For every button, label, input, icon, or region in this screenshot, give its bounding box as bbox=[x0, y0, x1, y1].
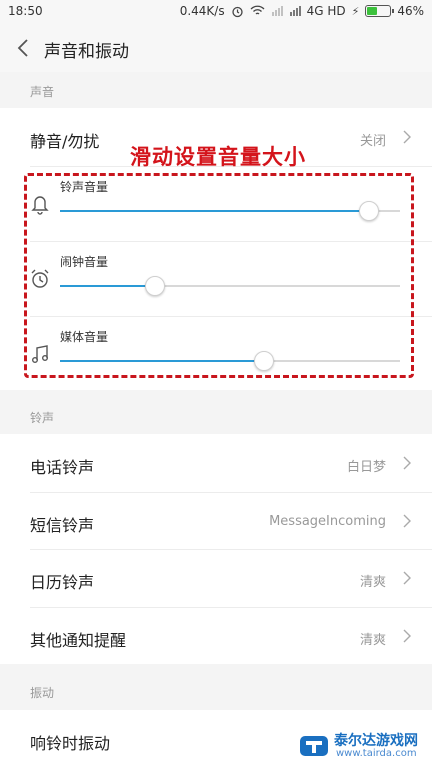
vibrate-label: 响铃时振动 bbox=[30, 734, 111, 753]
ringtone-value: 清爽 bbox=[359, 575, 386, 590]
section-header-vibration: 振动 bbox=[0, 672, 432, 710]
page-title: 声音和振动 bbox=[44, 42, 129, 62]
ringtone-value: 清爽 bbox=[359, 633, 386, 648]
ringtone-value: MessageIncoming bbox=[269, 514, 386, 529]
chevron-right-icon bbox=[403, 629, 411, 643]
section-header-sound: 声音 bbox=[0, 72, 432, 108]
section-label: 声音 bbox=[30, 85, 55, 99]
no-signal-icon bbox=[271, 6, 283, 16]
tairda-logo-icon bbox=[300, 736, 328, 756]
charging-icon: ⚡ bbox=[351, 4, 360, 18]
network-type: 4G HD bbox=[306, 4, 346, 18]
annotation-text: 滑动设置音量大小 bbox=[130, 144, 306, 169]
ringtone-label: 短信铃声 bbox=[30, 516, 95, 535]
wifi-icon bbox=[250, 5, 265, 15]
ringtone-card: 电话铃声 白日梦 短信铃声 MessageIncoming 日历铃声 清爽 其他… bbox=[0, 434, 432, 664]
chevron-right-icon bbox=[403, 130, 411, 144]
ringtone-label: 日历铃声 bbox=[30, 573, 95, 592]
ringtone-value: 白日梦 bbox=[346, 460, 386, 475]
watermark-title: 泰尔达游戏网 bbox=[334, 733, 418, 749]
ringtone-row-sms[interactable]: 短信铃声 MessageIncoming bbox=[0, 492, 432, 549]
status-bar: 18:50 0.44K/s 4G HD ⚡ 46% bbox=[0, 0, 432, 24]
chevron-right-icon bbox=[403, 571, 411, 585]
back-arrow-icon[interactable] bbox=[12, 34, 36, 62]
ringtone-row-other[interactable]: 其他通知提醒 清爽 bbox=[0, 607, 432, 664]
network-speed: 0.44K/s bbox=[179, 4, 225, 18]
status-time: 18:50 bbox=[8, 4, 43, 18]
ringtone-row-phone[interactable]: 电话铃声 白日梦 bbox=[0, 434, 432, 492]
title-bar: 声音和振动 bbox=[0, 24, 432, 72]
section-label: 振动 bbox=[30, 686, 55, 700]
status-indicators: 0.44K/s 4G HD ⚡ 46% bbox=[180, 4, 424, 18]
ringtone-label: 电话铃声 bbox=[30, 458, 95, 477]
watermark: 泰尔达游戏网 www.tairda.com bbox=[298, 728, 426, 764]
section-header-ringtone: 铃声 bbox=[0, 398, 432, 434]
mute-label: 静音/勿扰 bbox=[30, 132, 100, 151]
ringtone-label: 其他通知提醒 bbox=[30, 631, 127, 650]
chevron-right-icon bbox=[403, 514, 411, 528]
watermark-url: www.tairda.com bbox=[336, 748, 417, 759]
mute-value: 关闭 bbox=[359, 134, 386, 149]
ringtone-row-calendar[interactable]: 日历铃声 清爽 bbox=[0, 549, 432, 607]
annotation-box bbox=[24, 173, 414, 378]
battery-icon bbox=[365, 5, 395, 17]
alarm-status-icon bbox=[231, 6, 243, 17]
chevron-right-icon bbox=[403, 456, 411, 470]
battery-percent: 46% bbox=[397, 4, 424, 18]
section-label: 铃声 bbox=[30, 411, 55, 425]
signal-icon bbox=[289, 6, 301, 16]
